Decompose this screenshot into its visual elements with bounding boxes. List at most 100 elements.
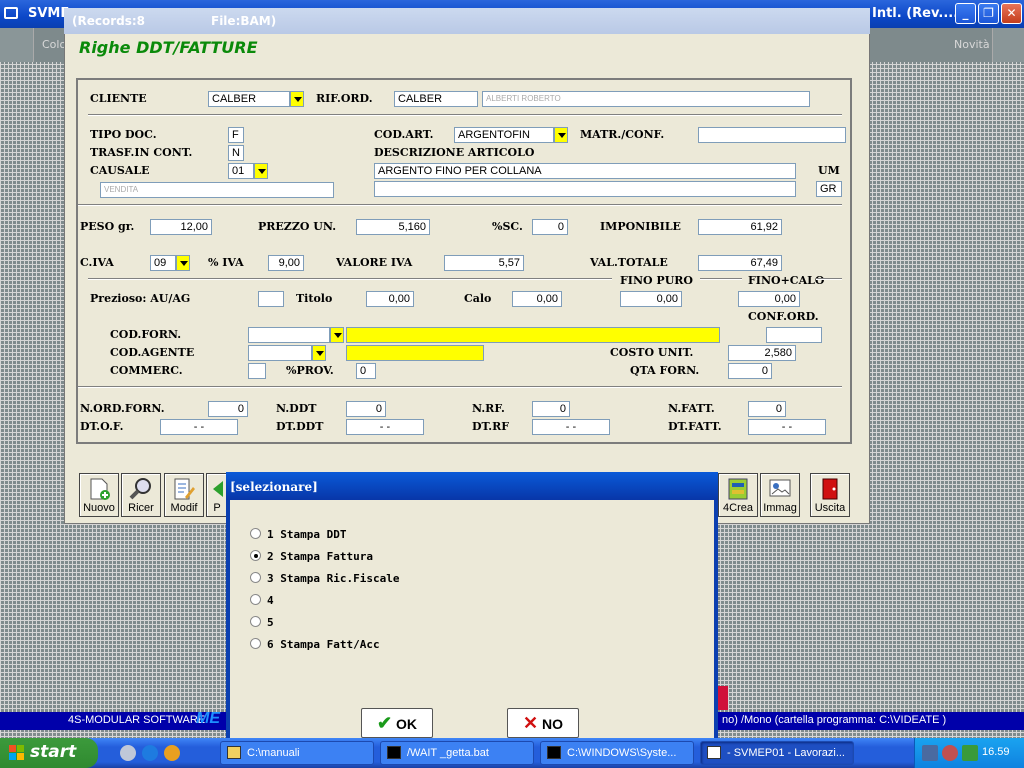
app-window-icon[interactable] [4,7,18,19]
rif-ord-field[interactable]: CALBER [394,91,478,107]
prezzo-field[interactable]: 5,160 [356,219,430,235]
n-ord-forn-field[interactable]: 0 [208,401,248,417]
val-totale-field[interactable]: 67,49 [698,255,782,271]
print-option[interactable]: 1 Stampa DDT [250,528,346,541]
ok-button[interactable]: ✔ OK [361,708,433,738]
task-manuali[interactable]: C:\manuali [220,741,374,765]
dt-of-field[interactable]: - - [160,419,238,435]
toolbar-left-button[interactable] [0,28,34,62]
print-option-label: 3 Stampa Ric.Fiscale [267,572,400,585]
toolbar-right-button[interactable] [992,28,1024,62]
modif-button[interactable]: Modif [164,473,204,517]
dt-fatt-field[interactable]: - - [748,419,826,435]
radio-icon[interactable] [250,594,261,605]
cod-forn-dropdown-icon[interactable] [330,327,344,343]
crea-icon [728,478,748,500]
cod-agente-field[interactable] [248,345,312,361]
calo-field[interactable]: 0,00 [512,291,562,307]
no-button[interactable]: ✕ NO [507,708,579,738]
radio-icon[interactable] [250,550,261,561]
piva-field[interactable]: 9,00 [268,255,304,271]
costo-unit-field[interactable]: 2,580 [728,345,796,361]
tipo-doc-field[interactable]: F [228,127,244,143]
civa-dropdown-icon[interactable] [176,255,190,271]
trasf-field[interactable]: N [228,145,244,161]
n-ord-forn-label: N.ORD.FORN. [80,402,165,415]
radio-icon[interactable] [250,616,261,627]
um-field[interactable]: GR [816,181,842,197]
civa-field[interactable]: 09 [150,255,176,271]
crea-button[interactable]: 4Crea [718,473,758,517]
print-option[interactable]: 5 [250,616,274,629]
dt-rf-field[interactable]: - - [532,419,610,435]
no-label: NO [541,716,563,732]
print-option[interactable]: 3 Stampa Ric.Fiscale [250,572,399,585]
dt-ddt-field[interactable]: - - [346,419,424,435]
restore-icon[interactable]: ❐ [978,3,999,24]
causale-field[interactable]: 01 [228,163,254,179]
minimize-icon[interactable]: _ [955,3,976,24]
n-fatt-field[interactable]: 0 [748,401,786,417]
windows-logo-icon [9,745,24,760]
cod-forn-field[interactable] [248,327,330,343]
causale-dropdown-icon[interactable] [254,163,268,179]
network-icon[interactable] [922,745,938,761]
task-label: - SVMEP01 - Lavorazi... [727,747,845,759]
prezzo-label: PREZZO UN. [258,220,337,233]
security-icon[interactable] [962,745,978,761]
peso-field[interactable]: 12,00 [150,219,212,235]
media-player-icon[interactable] [164,745,180,761]
valore-iva-field[interactable]: 5,57 [444,255,524,271]
print-option[interactable]: 6 Stampa Fatt/Acc [250,638,380,651]
commerc-field[interactable] [248,363,266,379]
cod-art-dropdown-icon[interactable] [554,127,568,143]
n-ddt-field[interactable]: 0 [346,401,386,417]
cliente-dropdown-icon[interactable] [290,91,304,107]
radio-icon[interactable] [250,638,261,649]
cod-agente-dropdown-icon[interactable] [312,345,326,361]
titolo-field[interactable]: 0,00 [366,291,414,307]
matr-field[interactable] [698,127,846,143]
main-window-titlebar [64,8,870,34]
task-svmep01[interactable]: - SVMEP01 - Lavorazi... [700,741,854,765]
um-label: UM [818,164,840,177]
internet-explorer-icon[interactable] [142,745,158,761]
prov-field[interactable]: 0 [356,363,376,379]
qta-forn-field[interactable]: 0 [728,363,772,379]
task-windows-system[interactable]: C:\WINDOWS\Syste... [540,741,694,765]
immag-label: Immag [763,502,797,514]
imponibile-field[interactable]: 61,92 [698,219,782,235]
fino-calo-field[interactable]: 0,00 [738,291,800,307]
sc-field[interactable]: 0 [532,219,568,235]
task-label: /WAIT _getta.bat [407,747,489,759]
nuovo-label: Nuovo [83,502,115,514]
print-option-label: 6 Stampa Fatt/Acc [267,638,380,651]
task-wait-bat[interactable]: /WAIT _getta.bat [380,741,534,765]
cliente-field[interactable]: CALBER [208,91,290,107]
prezioso-field[interactable] [258,291,284,307]
toolbar-colo-label[interactable]: Colo [42,38,66,51]
descr2-field[interactable] [374,181,796,197]
descr-field[interactable]: ARGENTO FINO PER COLLANA [374,163,796,179]
ricer-button[interactable]: Ricer [121,473,161,517]
conf-ord-field[interactable] [766,327,822,343]
print-option[interactable]: 2 Stampa Fattura [250,550,373,563]
print-option[interactable]: 4 [250,594,274,607]
n-rf-label: N.RF. [472,402,505,415]
immag-button[interactable]: Immag [760,473,800,517]
radio-icon[interactable] [250,572,261,583]
cod-art-field[interactable]: ARGENTOFIN [454,127,554,143]
fino-puro-field[interactable]: 0,00 [620,291,682,307]
dialog-title: [selezionare] [226,472,718,500]
n-rf-field[interactable]: 0 [532,401,570,417]
close-icon[interactable]: ✕ [1001,3,1022,24]
uscita-button[interactable]: Uscita [810,473,850,517]
fino-calo-label: FINO+CALO [748,274,825,287]
p-button[interactable]: P [206,473,228,517]
radio-icon[interactable] [250,528,261,539]
nuovo-button[interactable]: Nuovo [79,473,119,517]
toolbar-novita-label[interactable]: Novità [954,38,990,51]
show-desktop-icon[interactable] [120,745,136,761]
tray-app-icon[interactable] [942,745,958,761]
records-count: (Records:8 [72,14,146,28]
